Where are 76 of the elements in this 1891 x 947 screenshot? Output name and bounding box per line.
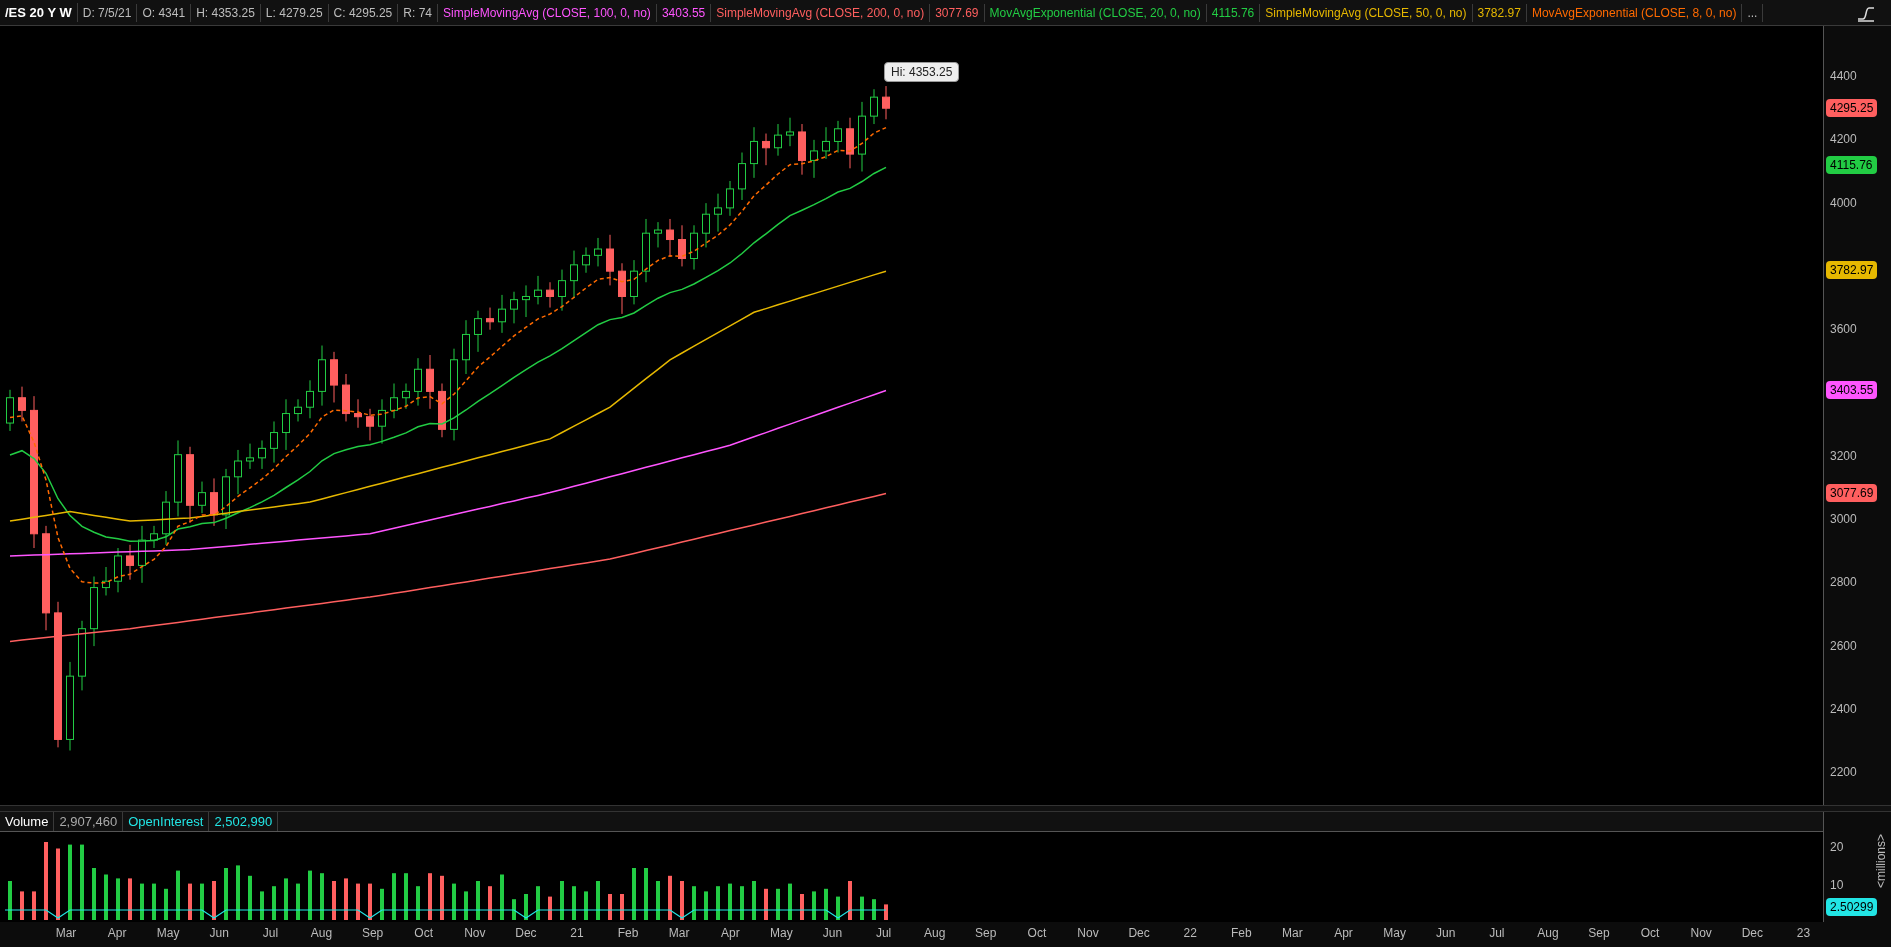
price-badge: 3782.97 bbox=[1826, 261, 1878, 280]
price-badge: 4115.76 bbox=[1826, 155, 1877, 174]
symbol-label: /ES 20 Y W bbox=[0, 2, 78, 23]
study-name: MovAvgExponential (CLOSE, 20, 0, no) bbox=[984, 3, 1207, 22]
price-badge: 3077.69 bbox=[1826, 484, 1878, 503]
time-axis-label: Sep bbox=[1588, 925, 1610, 942]
time-axis-label: Apr bbox=[1334, 925, 1353, 942]
study-value: 4115.76 bbox=[1206, 3, 1261, 22]
time-axis-label: Oct bbox=[1027, 925, 1047, 942]
time-axis-label: Nov bbox=[464, 925, 486, 942]
time-axis-label: Jul bbox=[875, 925, 892, 942]
time-axis-label: May bbox=[770, 925, 793, 942]
time-axis-label: Nov bbox=[1077, 925, 1099, 942]
price-axis-label: 4400 bbox=[1830, 68, 1857, 85]
time-axis-label: May bbox=[1383, 925, 1406, 942]
time-axis-label: Jul bbox=[1489, 925, 1505, 942]
time-axis-label: Jun bbox=[822, 925, 843, 942]
time-axis-label: Sep bbox=[361, 925, 384, 942]
price-axis-label: 4000 bbox=[1830, 194, 1857, 212]
volume-axis-label: 20 bbox=[1830, 839, 1844, 856]
time-axis-label: Jun bbox=[1436, 925, 1456, 942]
time-axis-label: 22 bbox=[1183, 925, 1197, 942]
study-value: 3403.55 bbox=[656, 3, 712, 22]
price-axis-label: 3200 bbox=[1830, 447, 1857, 465]
volume-study-value: 2,502,990 bbox=[209, 811, 279, 832]
time-axis-label: Feb bbox=[1230, 925, 1252, 942]
study-name: SimpleMovingAvg (CLOSE, 50, 0, no) bbox=[1260, 3, 1473, 22]
volume-study-name: Volume bbox=[0, 811, 55, 832]
price-axis-label: 3600 bbox=[1830, 321, 1857, 339]
ohlc-value: O: 4341 bbox=[137, 3, 192, 22]
study-value: 3077.69 bbox=[930, 3, 985, 22]
price-badge: 3403.55 bbox=[1826, 381, 1878, 400]
time-axis-label: Oct bbox=[1640, 925, 1660, 942]
volume-study-value: 2,907,460 bbox=[54, 811, 124, 832]
volume-study-name: OpenInterest bbox=[123, 811, 210, 832]
price-axis-label: 3000 bbox=[1830, 510, 1857, 528]
study-name: SimpleMovingAvg (CLOSE, 200, 0, no) bbox=[711, 3, 931, 22]
time-axis-label: Apr bbox=[107, 925, 127, 942]
study-name: MovAvgExponential (CLOSE, 8, 0, no) bbox=[1526, 3, 1743, 22]
study-name: SimpleMovingAvg (CLOSE, 100, 0, no) bbox=[438, 3, 657, 22]
ohlc-value: H: 4353.25 bbox=[191, 3, 261, 22]
time-axis-label: Aug bbox=[924, 925, 946, 942]
ohlc-value: D: 7/5/21 bbox=[77, 3, 138, 22]
time-axis-label: 21 bbox=[570, 925, 584, 942]
time-axis-label: Aug bbox=[1537, 925, 1559, 942]
time-axis-label: Feb bbox=[617, 925, 639, 942]
time-axis-label: Apr bbox=[720, 925, 740, 942]
time-axis-label: May bbox=[156, 925, 180, 942]
time-axis-label: Mar bbox=[668, 925, 690, 942]
time-axis-label: Mar bbox=[55, 925, 77, 942]
study-value: 3782.97 bbox=[1472, 3, 1527, 22]
ohlc-value: C: 4295.25 bbox=[328, 3, 399, 22]
ohlc-value: L: 4279.25 bbox=[260, 3, 329, 22]
time-axis-label: Oct bbox=[414, 925, 433, 942]
time-axis-label: Mar bbox=[1282, 925, 1303, 942]
volume-axis-label: 10 bbox=[1830, 877, 1844, 894]
time-axis-label: Dec bbox=[1741, 925, 1763, 942]
time-axis-label: 23 bbox=[1796, 925, 1811, 942]
volume-badge: 2.50299 bbox=[1826, 898, 1878, 916]
time-axis-label: Nov bbox=[1690, 925, 1712, 942]
time-axis-label: Dec bbox=[1128, 925, 1150, 942]
time-axis-label: Sep bbox=[975, 925, 997, 942]
more-label: ... bbox=[1742, 3, 1764, 22]
time-axis-label: Jun bbox=[209, 925, 229, 942]
ohlc-value: R: 74 bbox=[398, 3, 438, 22]
time-axis-label: Aug bbox=[310, 925, 333, 942]
volume-unit-label: <millions> bbox=[1873, 834, 1889, 888]
high-price-tooltip: Hi: 4353.25 bbox=[884, 62, 960, 82]
time-axis-label: Dec bbox=[515, 925, 537, 942]
price-axis-label: 2800 bbox=[1830, 574, 1857, 592]
price-axis-label: 2600 bbox=[1830, 637, 1857, 655]
price-axis-label: 2400 bbox=[1830, 700, 1857, 718]
price-axis-label: 4200 bbox=[1830, 131, 1857, 149]
price-axis-label: 2200 bbox=[1830, 764, 1857, 782]
price-badge: 4295.25 bbox=[1826, 99, 1878, 118]
time-axis-label: Jul bbox=[262, 925, 279, 942]
